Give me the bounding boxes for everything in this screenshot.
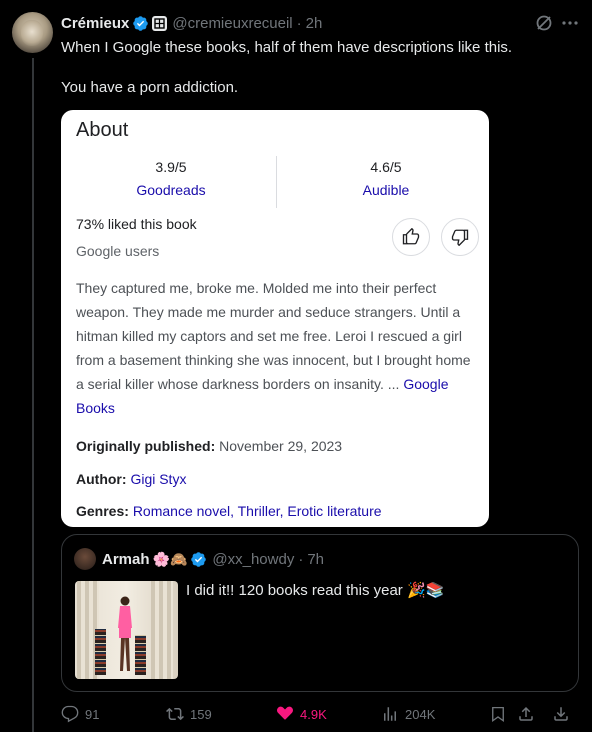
thumbs-up-button[interactable] <box>392 218 430 256</box>
rating-score: 4.6/5 <box>370 159 402 175</box>
liked-percentage: 73% liked this book <box>76 216 197 232</box>
tweet-header: Crémieux @cremieuxrecueil · 2h <box>61 13 322 33</box>
card-title: About <box>76 119 129 141</box>
google-about-card[interactable]: About 3.9/5 Goodreads 4.6/5 Audible 73% … <box>61 110 489 527</box>
reply-button[interactable]: 91 <box>61 703 99 725</box>
grok-icon[interactable] <box>534 13 554 33</box>
verified-badge-icon <box>191 551 207 567</box>
rating-score: 3.9/5 <box>155 159 187 175</box>
fact-genres: Genres: Romance novel, Thriller, Erotic … <box>76 503 382 519</box>
fact-label: Originally published: <box>76 438 216 454</box>
thread-line <box>32 58 34 732</box>
quoted-tweet-time[interactable]: 7h <box>307 551 324 568</box>
author-avatar[interactable] <box>12 12 53 53</box>
rating-source-link[interactable]: Goodreads <box>91 181 251 199</box>
fact-value: November 29, 2023 <box>219 438 343 454</box>
views-button[interactable]: 204K <box>381 703 435 725</box>
quoted-tweet-header: Armah 🌸🙈 @xx_howdy · 7h <box>102 548 324 570</box>
quoted-author-name[interactable]: Armah <box>102 551 150 568</box>
repost-count: 159 <box>190 706 212 722</box>
author-link[interactable]: Gigi Styx <box>130 471 186 487</box>
more-options-icon[interactable] <box>560 13 580 33</box>
like-button[interactable]: 4.9K <box>276 703 327 725</box>
rating-audible: 4.6/5 Audible <box>306 158 466 199</box>
thumbs-down-button[interactable] <box>441 218 479 256</box>
author-name[interactable]: Crémieux <box>61 15 129 32</box>
thumbs-down-icon <box>451 229 469 246</box>
share-button[interactable] <box>517 703 541 725</box>
tweet-time[interactable]: 2h <box>306 15 323 32</box>
fact-author: Author: Gigi Styx <box>76 471 186 487</box>
separator-dot: · <box>298 550 304 568</box>
analytics-icon <box>384 707 396 721</box>
tweet-text-line2: You have a porn addiction. <box>61 79 239 96</box>
person-figure <box>118 596 132 671</box>
download-button[interactable] <box>552 703 576 725</box>
liked-by-label: Google users <box>76 243 160 259</box>
quoted-tweet-photo[interactable] <box>75 581 178 679</box>
book-stack <box>95 629 106 675</box>
share-icon <box>519 706 533 721</box>
tweet-text-line1: When I Google these books, half of them … <box>61 39 513 56</box>
repost-button[interactable]: 159 <box>166 703 212 725</box>
rating-source-link[interactable]: Audible <box>306 181 466 199</box>
like-count: 4.9K <box>300 706 327 722</box>
fact-published: Originally published: November 29, 2023 <box>76 438 342 454</box>
rating-divider <box>276 156 277 208</box>
bookmark-button[interactable] <box>489 703 513 725</box>
quoted-tweet-text: I did it!! 120 books read this year 🎉📚 <box>186 582 445 599</box>
reply-count: 91 <box>85 706 100 722</box>
fact-label: Author: <box>76 471 127 487</box>
affiliate-badge-icon <box>152 15 168 31</box>
download-icon <box>554 707 568 721</box>
book-description: They captured me, broke me. Molded me in… <box>76 276 476 420</box>
thumbs-up-icon <box>402 228 420 245</box>
view-count: 204K <box>405 706 436 722</box>
heart-icon <box>277 706 293 720</box>
bookmark-icon <box>492 706 504 723</box>
quoted-author-handle[interactable]: @xx_howdy <box>212 551 294 568</box>
author-handle[interactable]: @cremieuxrecueil <box>172 15 292 32</box>
photo-curtain <box>151 581 173 679</box>
genres-link[interactable]: Romance novel, Thriller, Erotic literatu… <box>133 503 382 519</box>
tweet-actions-bar: 91 159 4.9K 204K <box>61 703 581 725</box>
repost-icon <box>166 707 184 721</box>
quoted-author-emojis: 🌸🙈 <box>152 550 188 567</box>
reply-icon <box>61 705 79 723</box>
verified-badge-icon <box>133 15 149 31</box>
separator-dot: · <box>296 14 302 32</box>
book-stack <box>135 635 146 675</box>
rating-goodreads: 3.9/5 Goodreads <box>91 158 251 199</box>
fact-label: Genres: <box>76 503 129 519</box>
quoted-tweet[interactable]: Armah 🌸🙈 @xx_howdy · 7h I did it!! 120 b… <box>61 534 579 692</box>
quoted-author-avatar[interactable] <box>74 548 96 570</box>
